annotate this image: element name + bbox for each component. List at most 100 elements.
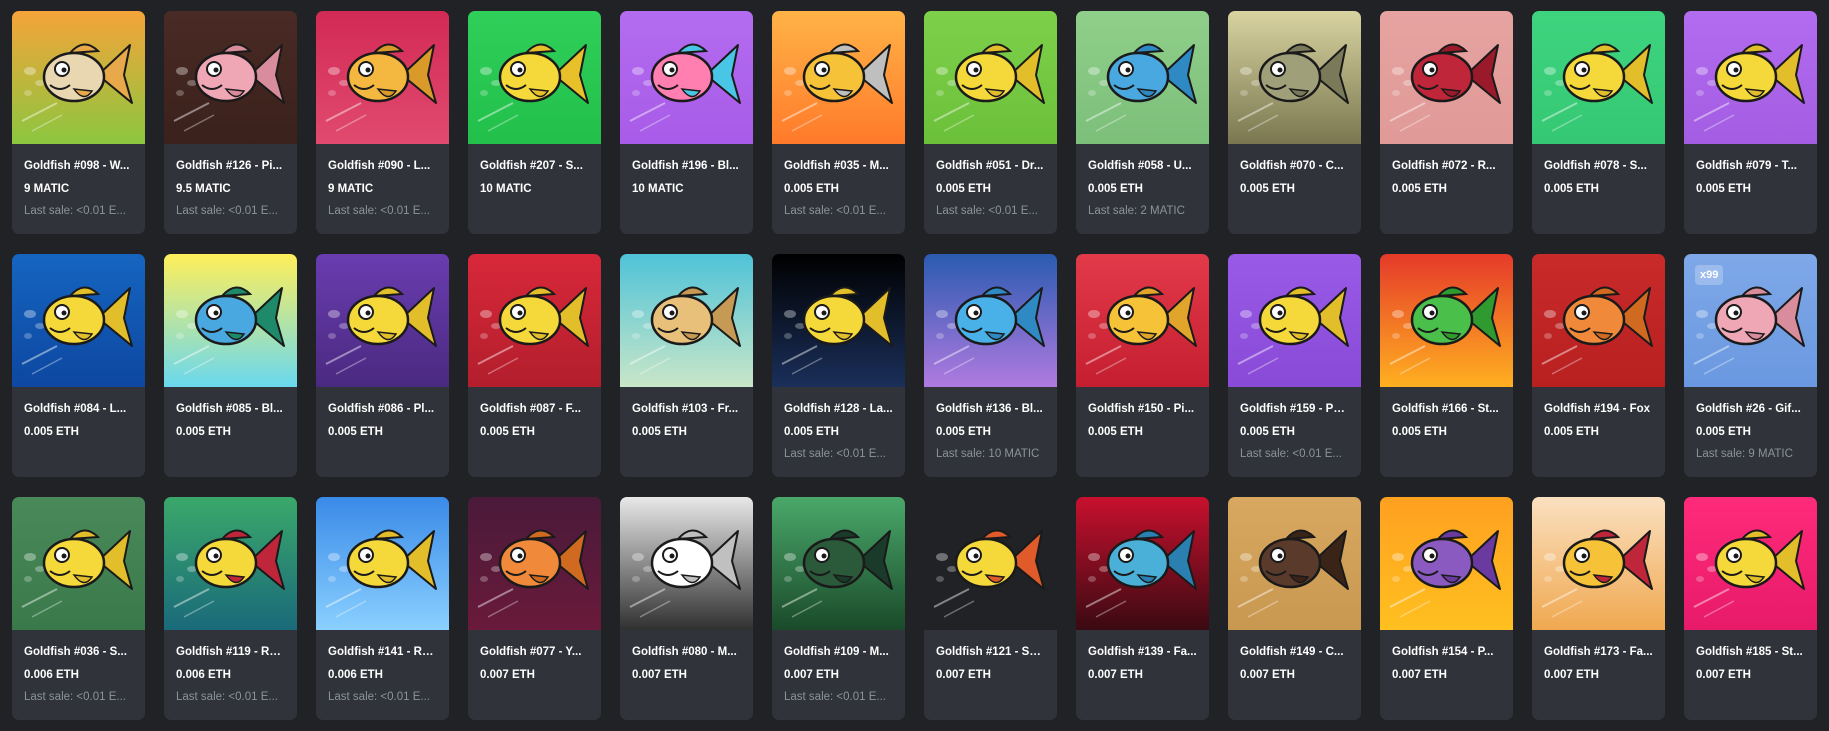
nft-image[interactable] bbox=[620, 497, 753, 630]
nft-image[interactable] bbox=[316, 254, 449, 387]
nft-card[interactable]: Goldfish #141 - Ra... 0.006 ETH Last sal… bbox=[316, 497, 449, 720]
nft-image[interactable] bbox=[468, 497, 601, 630]
nft-image[interactable] bbox=[620, 254, 753, 387]
nft-card[interactable]: Goldfish #128 - La... 0.005 ETH Last sal… bbox=[772, 254, 905, 477]
nft-card[interactable]: Goldfish #086 - Pl... 0.005 ETH bbox=[316, 254, 449, 477]
nft-card[interactable]: Goldfish #194 - Fox 0.005 ETH bbox=[1532, 254, 1665, 477]
nft-image[interactable] bbox=[1380, 254, 1513, 387]
nft-image[interactable] bbox=[468, 254, 601, 387]
nft-image[interactable] bbox=[12, 11, 145, 144]
nft-card[interactable]: Goldfish #090 - L... 9 MATIC Last sale: … bbox=[316, 11, 449, 234]
nft-image[interactable]: x99 bbox=[1684, 254, 1817, 387]
nft-title[interactable]: Goldfish #136 - Bl... bbox=[936, 402, 1045, 416]
nft-card[interactable]: Goldfish #149 - C... 0.007 ETH bbox=[1228, 497, 1361, 720]
nft-image[interactable] bbox=[164, 254, 297, 387]
nft-title[interactable]: Goldfish #103 - Fr... bbox=[632, 402, 741, 416]
nft-title[interactable]: Goldfish #126 - Pi... bbox=[176, 159, 285, 173]
nft-card[interactable]: Goldfish #077 - Y... 0.007 ETH bbox=[468, 497, 601, 720]
nft-image[interactable] bbox=[1228, 497, 1361, 630]
nft-image[interactable] bbox=[1076, 254, 1209, 387]
nft-image[interactable] bbox=[468, 11, 601, 144]
nft-title[interactable]: Goldfish #085 - Bl... bbox=[176, 402, 285, 416]
nft-title[interactable]: Goldfish #109 - M... bbox=[784, 645, 893, 659]
nft-card[interactable]: Goldfish #166 - St... 0.005 ETH bbox=[1380, 254, 1513, 477]
nft-title[interactable]: Goldfish #036 - S... bbox=[24, 645, 133, 659]
nft-card[interactable]: Goldfish #185 - St... 0.007 ETH bbox=[1684, 497, 1817, 720]
nft-title[interactable]: Goldfish #070 - C... bbox=[1240, 159, 1349, 173]
nft-card[interactable]: Goldfish #085 - Bl... 0.005 ETH bbox=[164, 254, 297, 477]
nft-title[interactable]: Goldfish #087 - F... bbox=[480, 402, 589, 416]
nft-title[interactable]: Goldfish #072 - R... bbox=[1392, 159, 1501, 173]
nft-title[interactable]: Goldfish #128 - La... bbox=[784, 402, 893, 416]
nft-card[interactable]: Goldfish #159 - Po... 0.005 ETH Last sal… bbox=[1228, 254, 1361, 477]
nft-title[interactable]: Goldfish #078 - S... bbox=[1544, 159, 1653, 173]
nft-card[interactable]: Goldfish #087 - F... 0.005 ETH bbox=[468, 254, 601, 477]
nft-card[interactable]: Goldfish #058 - U... 0.005 ETH Last sale… bbox=[1076, 11, 1209, 234]
nft-card[interactable]: Goldfish #051 - Dr... 0.005 ETH Last sal… bbox=[924, 11, 1057, 234]
nft-title[interactable]: Goldfish #080 - M... bbox=[632, 645, 741, 659]
nft-title[interactable]: Goldfish #098 - W... bbox=[24, 159, 133, 173]
nft-card[interactable]: Goldfish #035 - M... 0.005 ETH Last sale… bbox=[772, 11, 905, 234]
nft-title[interactable]: Goldfish #086 - Pl... bbox=[328, 402, 437, 416]
nft-image[interactable] bbox=[1532, 497, 1665, 630]
nft-image[interactable] bbox=[316, 497, 449, 630]
nft-card[interactable]: Goldfish #109 - M... 0.007 ETH Last sale… bbox=[772, 497, 905, 720]
nft-image[interactable] bbox=[772, 497, 905, 630]
nft-card[interactable]: Goldfish #121 - Sh... 0.007 ETH bbox=[924, 497, 1057, 720]
nft-image[interactable] bbox=[164, 497, 297, 630]
nft-image[interactable] bbox=[1684, 497, 1817, 630]
nft-image[interactable] bbox=[924, 254, 1057, 387]
nft-card[interactable]: Goldfish #207 - S... 10 MATIC bbox=[468, 11, 601, 234]
nft-image[interactable] bbox=[12, 254, 145, 387]
nft-card[interactable]: Goldfish #136 - Bl... 0.005 ETH Last sal… bbox=[924, 254, 1057, 477]
nft-title[interactable]: Goldfish #154 - P... bbox=[1392, 645, 1501, 659]
nft-title[interactable]: Goldfish #194 - Fox bbox=[1544, 402, 1653, 416]
nft-card[interactable]: Goldfish #150 - Pi... 0.005 ETH bbox=[1076, 254, 1209, 477]
nft-card[interactable]: Goldfish #103 - Fr... 0.005 ETH bbox=[620, 254, 753, 477]
nft-card[interactable]: Goldfish #139 - Fa... 0.007 ETH bbox=[1076, 497, 1209, 720]
nft-image[interactable] bbox=[164, 11, 297, 144]
nft-card[interactable]: Goldfish #070 - C... 0.005 ETH bbox=[1228, 11, 1361, 234]
nft-card[interactable]: Goldfish #154 - P... 0.007 ETH bbox=[1380, 497, 1513, 720]
nft-title[interactable]: Goldfish #196 - Bl... bbox=[632, 159, 741, 173]
nft-image[interactable] bbox=[1076, 11, 1209, 144]
nft-image[interactable] bbox=[316, 11, 449, 144]
nft-image[interactable] bbox=[620, 11, 753, 144]
nft-image[interactable] bbox=[1228, 254, 1361, 387]
nft-title[interactable]: Goldfish #121 - Sh... bbox=[936, 645, 1045, 659]
nft-card[interactable]: Goldfish #078 - S... 0.005 ETH bbox=[1532, 11, 1665, 234]
nft-image[interactable] bbox=[924, 11, 1057, 144]
nft-card[interactable]: Goldfish #126 - Pi... 9.5 MATIC Last sal… bbox=[164, 11, 297, 234]
nft-image[interactable] bbox=[772, 254, 905, 387]
nft-title[interactable]: Goldfish #090 - L... bbox=[328, 159, 437, 173]
nft-card[interactable]: Goldfish #196 - Bl... 10 MATIC bbox=[620, 11, 753, 234]
nft-title[interactable]: Goldfish #149 - C... bbox=[1240, 645, 1349, 659]
nft-title[interactable]: Goldfish #119 - Ro... bbox=[176, 645, 285, 659]
nft-title[interactable]: Goldfish #141 - Ra... bbox=[328, 645, 437, 659]
nft-card[interactable]: x99 Goldfish #26 - Gif... 0.005 ETH Last… bbox=[1684, 254, 1817, 477]
nft-card[interactable]: Goldfish #079 - T... 0.005 ETH bbox=[1684, 11, 1817, 234]
nft-title[interactable]: Goldfish #058 - U... bbox=[1088, 159, 1197, 173]
nft-image[interactable] bbox=[1076, 497, 1209, 630]
nft-image[interactable] bbox=[1684, 11, 1817, 144]
nft-image[interactable] bbox=[1228, 11, 1361, 144]
nft-card[interactable]: Goldfish #098 - W... 9 MATIC Last sale: … bbox=[12, 11, 145, 234]
nft-title[interactable]: Goldfish #035 - M... bbox=[784, 159, 893, 173]
nft-title[interactable]: Goldfish #139 - Fa... bbox=[1088, 645, 1197, 659]
nft-card[interactable]: Goldfish #084 - L... 0.005 ETH bbox=[12, 254, 145, 477]
nft-image[interactable] bbox=[772, 11, 905, 144]
nft-title[interactable]: Goldfish #166 - St... bbox=[1392, 402, 1501, 416]
nft-title[interactable]: Goldfish #084 - L... bbox=[24, 402, 133, 416]
nft-title[interactable]: Goldfish #26 - Gif... bbox=[1696, 402, 1805, 416]
nft-title[interactable]: Goldfish #150 - Pi... bbox=[1088, 402, 1197, 416]
nft-image[interactable] bbox=[1380, 11, 1513, 144]
nft-image[interactable] bbox=[924, 497, 1057, 630]
nft-image[interactable] bbox=[1380, 497, 1513, 630]
nft-card[interactable]: Goldfish #080 - M... 0.007 ETH bbox=[620, 497, 753, 720]
nft-card[interactable]: Goldfish #119 - Ro... 0.006 ETH Last sal… bbox=[164, 497, 297, 720]
nft-title[interactable]: Goldfish #077 - Y... bbox=[480, 645, 589, 659]
nft-title[interactable]: Goldfish #051 - Dr... bbox=[936, 159, 1045, 173]
nft-title[interactable]: Goldfish #079 - T... bbox=[1696, 159, 1805, 173]
nft-card[interactable]: Goldfish #173 - Fa... 0.007 ETH bbox=[1532, 497, 1665, 720]
nft-card[interactable]: Goldfish #072 - R... 0.005 ETH bbox=[1380, 11, 1513, 234]
